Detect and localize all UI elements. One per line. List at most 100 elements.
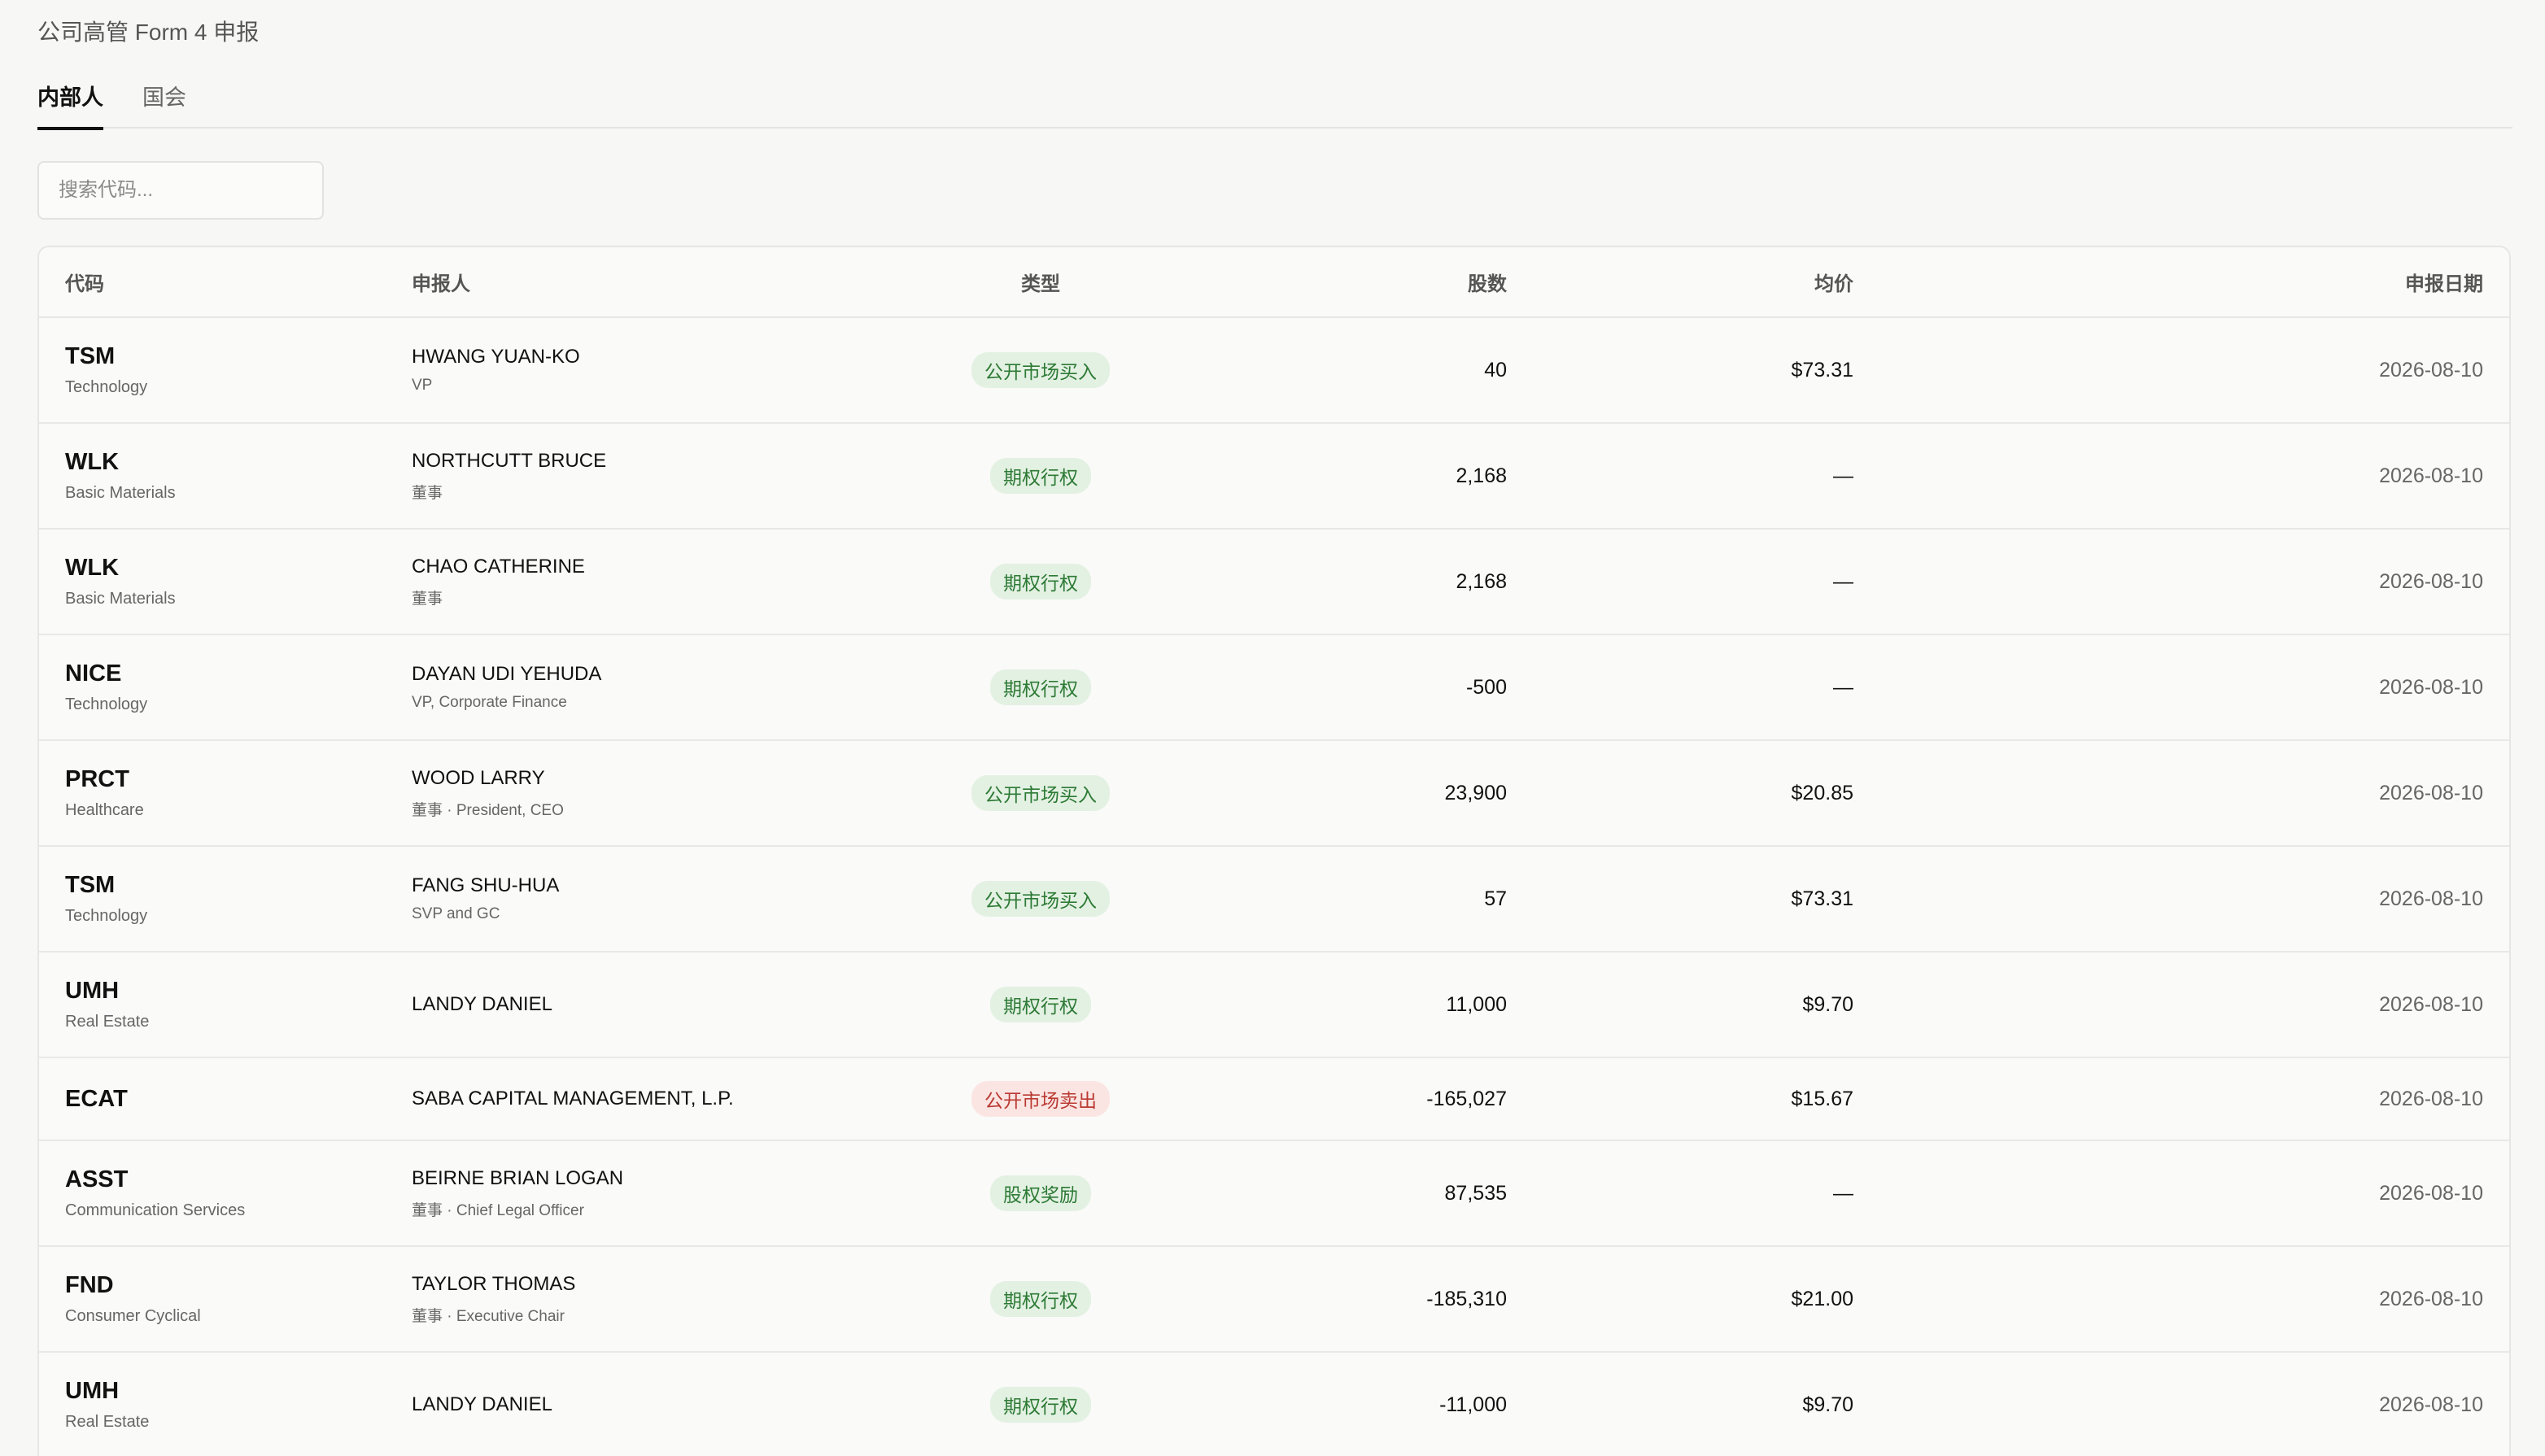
table-row[interactable]: FND Consumer Cyclical TAYLOR THOMAS 董事 · Ex… — [39, 1246, 2509, 1352]
filer-name: LANDY DANIEL — [412, 1393, 552, 1415]
ticker-symbol[interactable]: TSM — [65, 872, 360, 899]
shares-value: 57 — [1484, 887, 1507, 910]
cell-filing-date: 2026-08-10 — [1873, 1352, 2509, 1456]
cell-filer: LANDY DANIEL — [386, 1352, 939, 1456]
table-row[interactable]: TSM Technology FANG SHU-HUA SVP and GC 公开市场买… — [39, 846, 2509, 952]
filing-date-value: 2026-08-10 — [2379, 781, 2483, 804]
transaction-type-badge: 期权行权 — [990, 458, 1091, 494]
header-filing-date[interactable]: 申报日期 — [1873, 247, 2509, 318]
sector-label: Consumer Cyclical — [65, 1307, 201, 1325]
cell-avg-price: $15.67 — [1526, 1057, 1873, 1140]
ticker-symbol[interactable]: ECAT — [65, 1086, 360, 1113]
table-row[interactable]: WLK Basic Materials CHAO CATHERINE 董事 期权行权 2,… — [39, 529, 2509, 634]
table-row[interactable]: PRCT Healthcare WOOD LARRY 董事 · President, … — [39, 740, 2509, 846]
ticker-symbol[interactable]: NICE — [65, 660, 360, 687]
header-avg-price[interactable]: 均价 — [1526, 247, 1873, 318]
filing-date-value: 2026-08-10 — [2379, 1287, 2483, 1310]
cell-shares: 57 — [1142, 846, 1526, 952]
header-ticker[interactable]: 代码 — [39, 247, 386, 318]
table-row[interactable]: UMH Real Estate LANDY DANIEL 期权行权 11,000 $9.7… — [39, 952, 2509, 1057]
header-shares[interactable]: 股数 — [1142, 247, 1526, 318]
cell-avg-price: $9.70 — [1526, 952, 1873, 1057]
sector-label: Technology — [65, 695, 148, 713]
cell-ticker: NICE Technology — [39, 634, 386, 740]
cell-shares: 2,168 — [1142, 529, 1526, 634]
cell-ticker: ECAT — [39, 1057, 386, 1140]
filer-role: VP — [412, 377, 433, 394]
cell-filer: LANDY DANIEL — [386, 952, 939, 1057]
table-row[interactable]: WLK Basic Materials NORTHCUTT BRUCE 董事 期权行权 2… — [39, 423, 2509, 529]
cell-avg-price: — — [1526, 634, 1873, 740]
filer-name: SABA CAPITAL MANAGEMENT, L.P. — [412, 1088, 734, 1109]
avg-price-value: $9.70 — [1802, 1393, 1853, 1416]
cell-avg-price: $73.31 — [1526, 846, 1873, 952]
table-row[interactable]: ASST Communication Services BEIRNE BRIAN L… — [39, 1140, 2509, 1246]
header-type[interactable]: 类型 — [939, 247, 1142, 318]
shares-value: 40 — [1484, 358, 1507, 381]
ticker-symbol[interactable]: ASST — [65, 1166, 360, 1193]
filing-date-value: 2026-08-10 — [2379, 1087, 2483, 1110]
cell-filing-date: 2026-08-10 — [1873, 634, 2509, 740]
sector-label: Technology — [65, 378, 148, 396]
cell-filer: FANG SHU-HUA SVP and GC — [386, 846, 939, 952]
ticker-symbol[interactable]: UMH — [65, 978, 360, 1005]
table-row[interactable]: TSM Technology HWANG YUAN-KO VP 公开市场买入 40 $73.… — [39, 317, 2509, 423]
tab-bar: 内部人 国会 — [37, 78, 2512, 130]
transaction-type-badge: 股权奖励 — [990, 1175, 1091, 1211]
tab-insiders[interactable]: 内部人 — [37, 78, 103, 130]
search-input[interactable] — [37, 161, 324, 220]
tab-congress[interactable]: 国会 — [142, 78, 186, 129]
cell-ticker: TSM Technology — [39, 846, 386, 952]
cell-type: 期权行权 — [939, 1246, 1142, 1352]
avg-price-value: $73.31 — [1791, 887, 1853, 910]
avg-price-value: $20.85 — [1791, 781, 1853, 804]
transaction-type-badge: 期权行权 — [990, 987, 1091, 1022]
filing-date-value: 2026-08-10 — [2379, 569, 2483, 593]
table-row[interactable]: UMH Real Estate LANDY DANIEL 期权行权 -11,000 $9.… — [39, 1352, 2509, 1456]
filer-name: FANG SHU-HUA — [412, 874, 560, 896]
avg-price-value: — — [1833, 569, 1853, 593]
ticker-symbol[interactable]: WLK — [65, 555, 360, 582]
avg-price-value: — — [1833, 675, 1853, 699]
ticker-symbol[interactable]: UMH — [65, 1378, 360, 1405]
filer-name: BEIRNE BRIAN LOGAN — [412, 1166, 624, 1189]
transaction-type-badge: 期权行权 — [990, 564, 1091, 599]
cell-avg-price: $9.70 — [1526, 1352, 1873, 1456]
cell-avg-price: $21.00 — [1526, 1246, 1873, 1352]
shares-value: 11,000 — [1446, 992, 1507, 1016]
transaction-type-badge: 公开市场买入 — [971, 352, 1110, 388]
filer-role: 董事 · President, CEO — [412, 801, 564, 819]
shares-value: -185,310 — [1426, 1287, 1507, 1310]
filing-date-value: 2026-08-10 — [2379, 1181, 2483, 1205]
transaction-type-badge: 期权行权 — [990, 1387, 1091, 1423]
ticker-symbol[interactable]: TSM — [65, 343, 360, 370]
table-row[interactable]: ECAT SABA CAPITAL MANAGEMENT, L.P. 公开市场卖出 -… — [39, 1057, 2509, 1140]
cell-type: 期权行权 — [939, 423, 1142, 529]
cell-type: 公开市场买入 — [939, 846, 1142, 952]
cell-type: 期权行权 — [939, 952, 1142, 1057]
avg-price-value: — — [1833, 464, 1853, 487]
filing-date-value: 2026-08-10 — [2379, 992, 2483, 1016]
transaction-type-badge: 公开市场买入 — [971, 775, 1110, 811]
shares-value: 2,168 — [1456, 569, 1507, 593]
ticker-symbol[interactable]: FND — [65, 1272, 360, 1299]
filing-date-value: 2026-08-10 — [2379, 464, 2483, 487]
cell-shares: 11,000 — [1142, 952, 1526, 1057]
cell-filer: CHAO CATHERINE 董事 — [386, 529, 939, 634]
ticker-symbol[interactable]: PRCT — [65, 766, 360, 793]
table-row[interactable]: NICE Technology DAYAN UDI YEHUDA VP, Corpor… — [39, 634, 2509, 740]
cell-ticker: FND Consumer Cyclical — [39, 1246, 386, 1352]
ticker-symbol[interactable]: WLK — [65, 449, 360, 476]
sector-label: Real Estate — [65, 1413, 150, 1431]
cell-shares: 87,535 — [1142, 1140, 1526, 1246]
cell-ticker: WLK Basic Materials — [39, 529, 386, 634]
cell-filer: SABA CAPITAL MANAGEMENT, L.P. — [386, 1057, 939, 1140]
header-filer[interactable]: 申报人 — [386, 247, 939, 318]
cell-ticker: UMH Real Estate — [39, 1352, 386, 1456]
avg-price-value: $9.70 — [1802, 992, 1853, 1016]
cell-filing-date: 2026-08-10 — [1873, 1057, 2509, 1140]
filing-date-value: 2026-08-10 — [2379, 887, 2483, 910]
sector-label: Basic Materials — [65, 590, 176, 608]
transaction-type-badge: 公开市场卖出 — [971, 1081, 1110, 1117]
shares-value: 2,168 — [1456, 464, 1507, 487]
